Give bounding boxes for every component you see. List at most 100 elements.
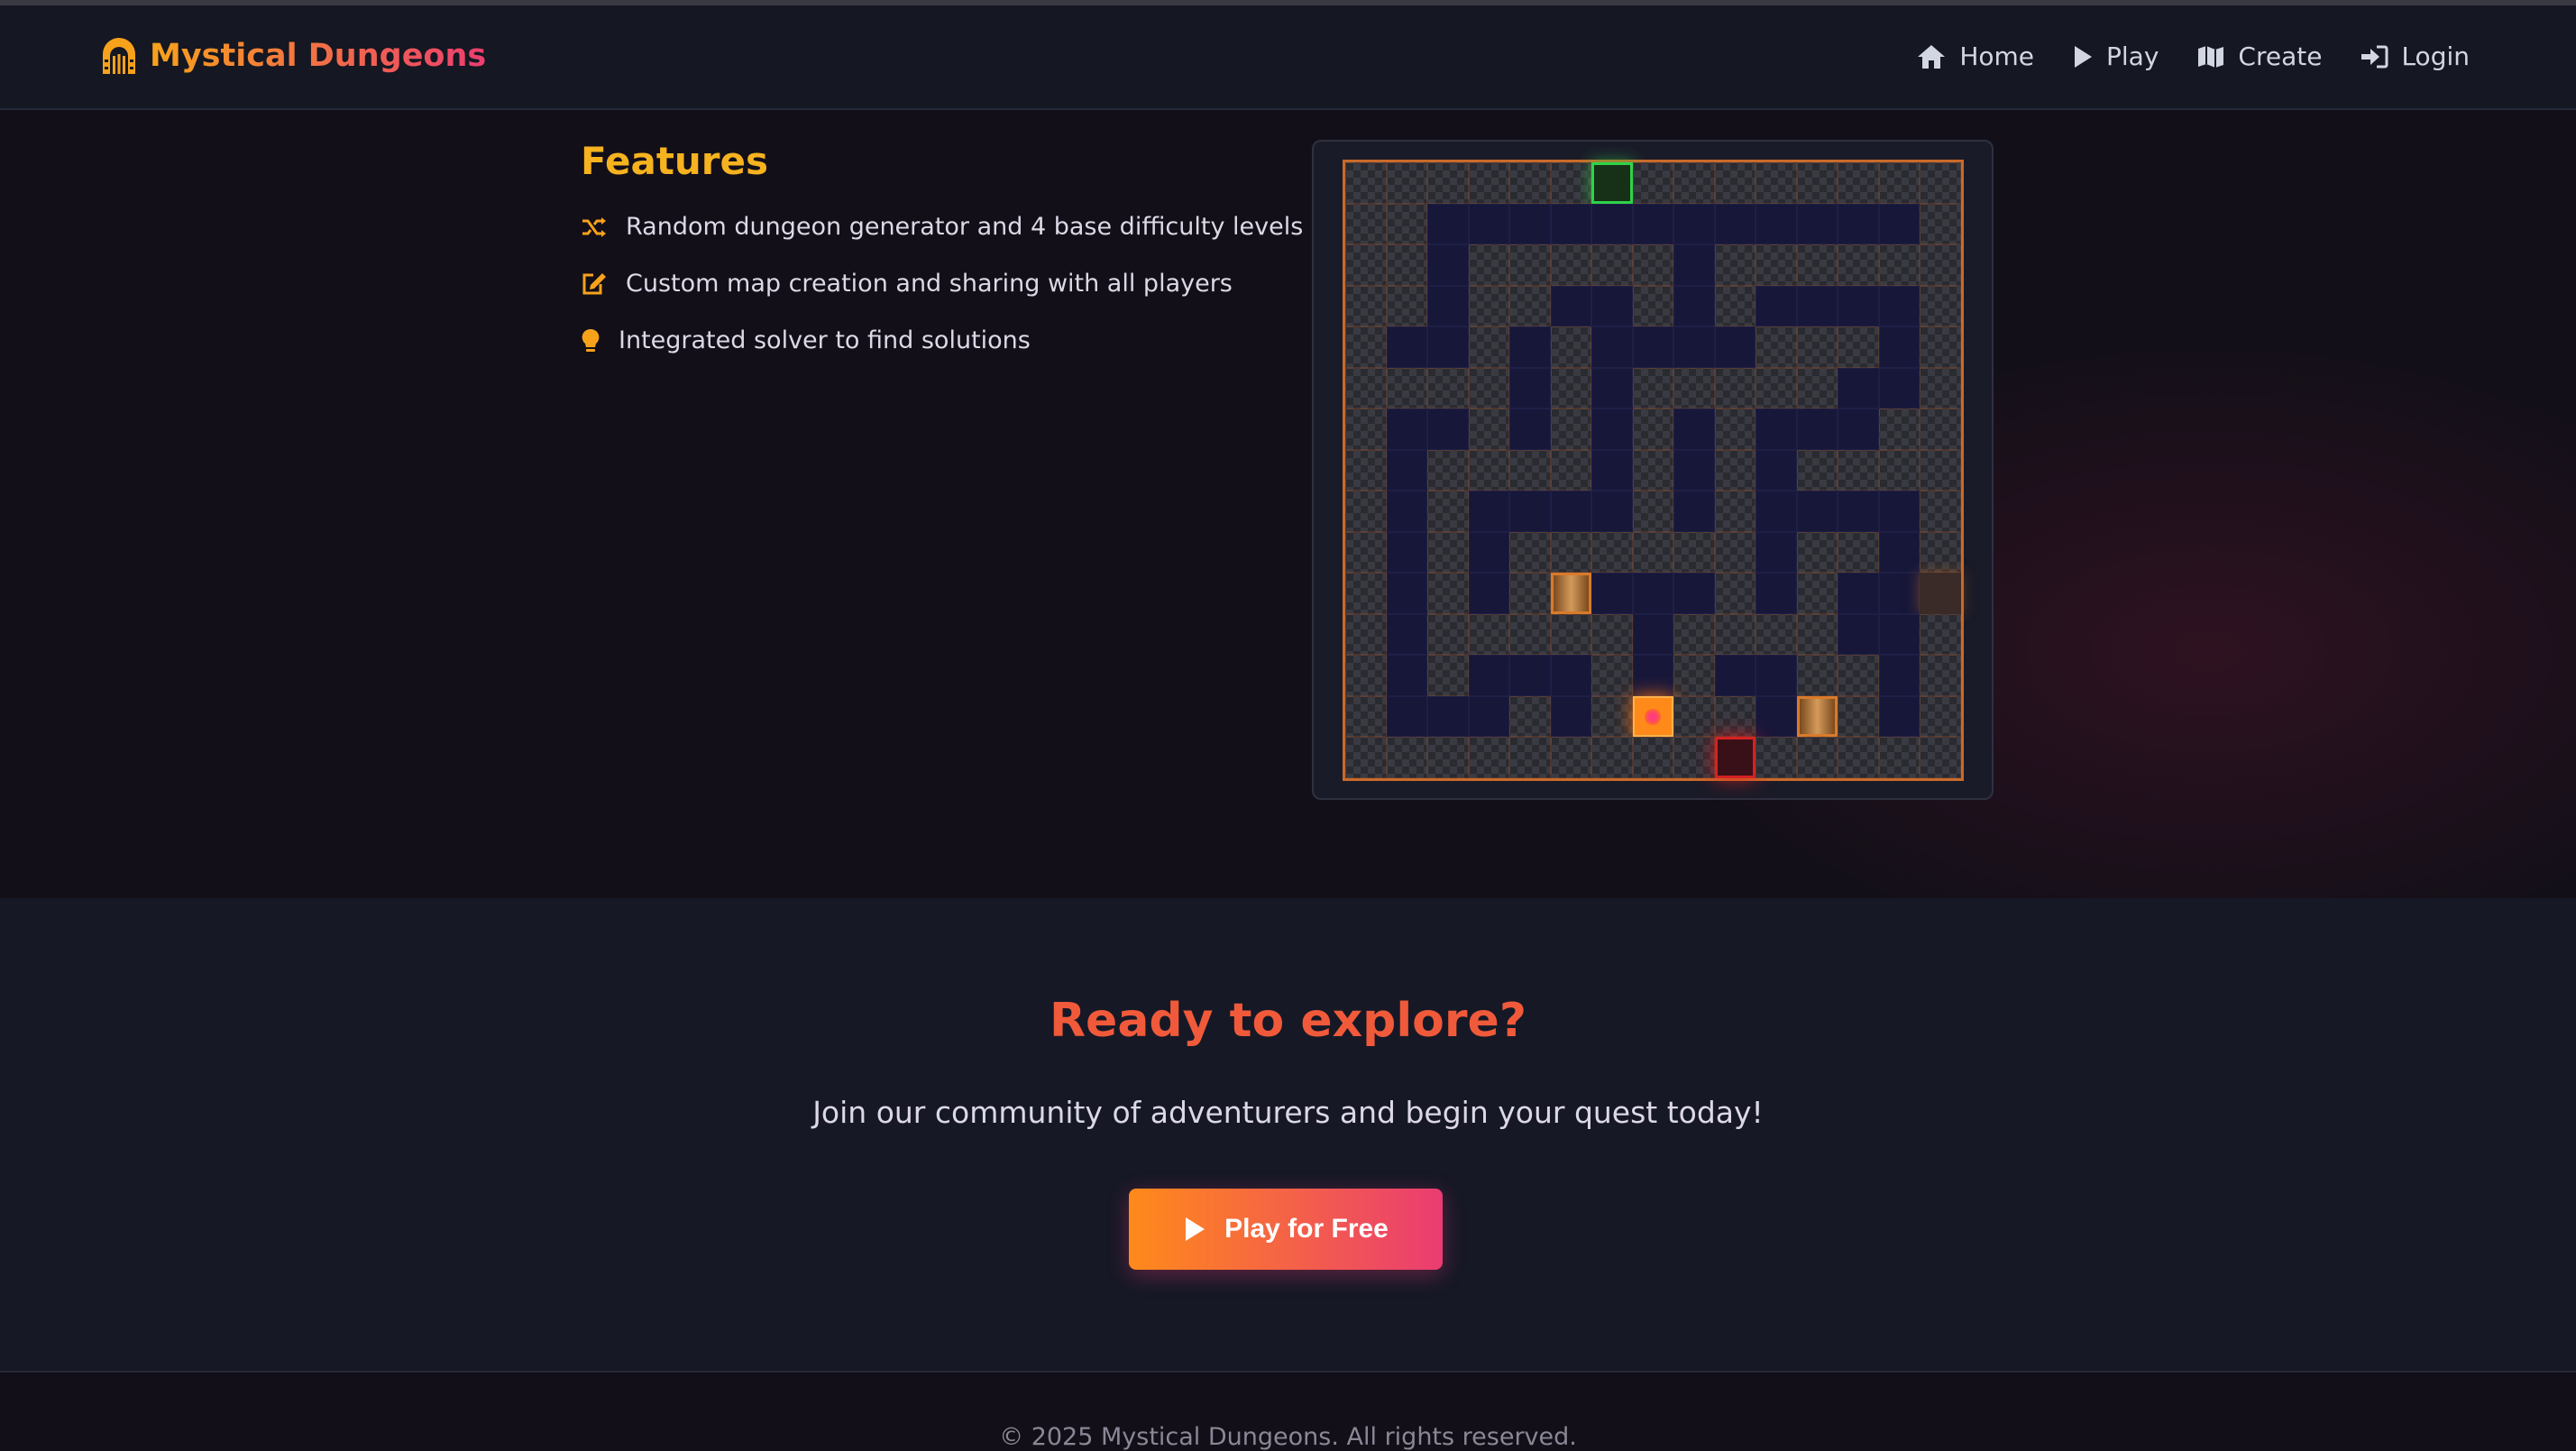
map-cell-wall (1838, 737, 1879, 778)
map-cell-floor (1756, 573, 1797, 614)
map-cell-floor (1509, 409, 1551, 450)
map-cell-wall (1386, 367, 1428, 409)
map-cell-floor (1632, 573, 1674, 614)
map-cell-floor (1468, 655, 1510, 696)
map-cell-wall (1920, 203, 1961, 245)
map-cell-wall (1591, 613, 1633, 656)
map-cell-wall (1920, 162, 1961, 204)
feature-text: Custom map creation and sharing with all… (626, 270, 1233, 298)
map-cell-floor (1673, 409, 1715, 450)
map-cell-wall (1509, 613, 1551, 656)
hero-section: Features Random dungeon generator and 4 … (0, 110, 2576, 898)
map-cell-wall (1427, 449, 1469, 491)
map-cell-floor (1838, 409, 1879, 450)
map-cell-wall (1427, 573, 1469, 614)
map-cell-floor (1756, 491, 1797, 532)
map-cell-wall (1468, 409, 1510, 450)
map-cell-floor (1714, 655, 1756, 696)
map-cell-wall (1632, 162, 1674, 204)
map-cell-floor (1878, 285, 1921, 327)
copyright-text: © 2025 Mystical Dungeons. All rights res… (999, 1423, 1577, 1451)
map-cell-wall (1345, 573, 1387, 614)
map-cell-wall (1386, 285, 1428, 327)
map-cell-floor (1509, 491, 1551, 532)
map-cell-wall (1345, 367, 1387, 409)
map-cell-floor (1427, 285, 1469, 327)
map-cell-floor (1673, 449, 1715, 491)
map-cell-floor (1878, 491, 1921, 532)
nav-play[interactable]: Play (2072, 41, 2159, 71)
map-cell-wall (1920, 449, 1961, 491)
map-cell-wall (1509, 162, 1551, 204)
map-cell-wall (1345, 409, 1387, 450)
nav-login[interactable]: Login (2360, 41, 2470, 71)
map-cell-floor (1427, 695, 1469, 738)
map-cell-wall (1714, 367, 1756, 409)
map-cell-floor (1756, 449, 1797, 491)
dungeon-grid (1343, 160, 1964, 781)
map-cell-wall (1673, 737, 1715, 778)
map-cell-wall (1345, 244, 1387, 286)
map-cell-crate (1796, 695, 1838, 738)
nav-home-label: Home (1959, 41, 2034, 71)
map-cell-wall (1345, 695, 1387, 738)
map-cell-wall (1714, 244, 1756, 286)
map-cell-wall (1756, 613, 1797, 656)
map-cell-wall (1796, 737, 1838, 778)
map-cell-wall (1838, 162, 1879, 204)
map-cell-floor (1838, 367, 1879, 409)
map-cell-wall (1796, 326, 1838, 368)
cta-title: Ready to explore? (1050, 994, 1526, 1048)
map-cell-wall (1796, 244, 1838, 286)
map-cell-wall (1673, 695, 1715, 738)
map-cell-wall (1796, 655, 1838, 696)
map-cell-floor (1427, 409, 1469, 450)
map-cell-wall (1550, 737, 1592, 778)
map-cell-wall (1673, 367, 1715, 409)
map-cell-wall (1427, 613, 1469, 656)
map-cell-floor (1756, 531, 1797, 574)
lightbulb-icon (581, 327, 619, 354)
map-cell-floor (1756, 285, 1797, 327)
map-cell-floor (1591, 285, 1633, 327)
map-cell-floor (1509, 367, 1551, 409)
map-cell-floor (1673, 244, 1715, 286)
map-cell-floor (1838, 203, 1879, 245)
cta-section: Ready to explore? Join our community of … (0, 898, 2576, 1373)
navbar: Mystical Dungeons Home Play Create Login (0, 5, 2576, 110)
map-cell-wall (1920, 531, 1961, 574)
nav-home[interactable]: Home (1916, 41, 2034, 71)
map-cell-floor (1550, 491, 1592, 532)
map-cell-floor (1796, 491, 1838, 532)
map-cell-wall (1920, 737, 1961, 778)
map-cell-floor (1550, 695, 1592, 738)
map-cell-wall (1509, 244, 1551, 286)
map-cell-floor (1756, 409, 1797, 450)
map-cell-floor (1878, 203, 1921, 245)
map-cell-floor (1838, 613, 1879, 656)
map-cell-wall (1468, 244, 1510, 286)
map-cell-wall (1427, 655, 1469, 696)
map-cell-wall (1796, 613, 1838, 656)
map-cell-wall (1345, 655, 1387, 696)
map-cell-wall (1509, 285, 1551, 327)
map-cell-floor (1591, 367, 1633, 409)
nav-create[interactable]: Create (2196, 41, 2322, 71)
play-for-free-button[interactable]: Play for Free (1129, 1189, 1443, 1270)
nav-play-label: Play (2106, 41, 2159, 71)
map-cell-wall (1756, 367, 1797, 409)
map-cell-wall (1550, 162, 1592, 204)
map-cell-wall (1509, 449, 1551, 491)
map-cell-floor (1550, 203, 1592, 245)
map-cell-floor (1386, 409, 1428, 450)
brand-link[interactable]: Mystical Dungeons (99, 36, 486, 76)
nav-login-label: Login (2401, 41, 2470, 71)
map-cell-wall (1632, 367, 1674, 409)
map-cell-wall (1714, 162, 1756, 204)
map-cell-wall (1509, 531, 1551, 574)
map-cell-floor (1550, 285, 1592, 327)
map-cell-wall (1427, 162, 1469, 204)
map-cell-wall (1838, 695, 1879, 738)
map-cell-start (1591, 162, 1633, 204)
map-cell-floor (1714, 326, 1756, 368)
